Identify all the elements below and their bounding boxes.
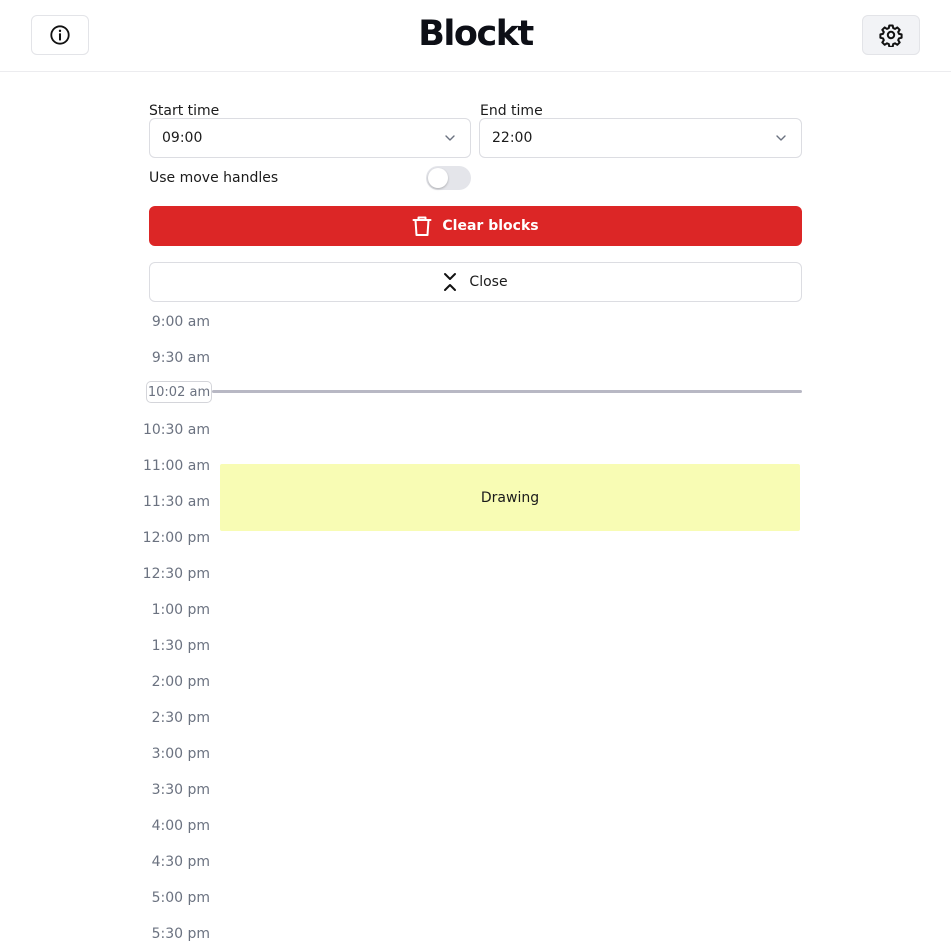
move-handles-label: Use move handles	[149, 170, 279, 186]
time-slot-label: 3:00 pm	[151, 746, 210, 762]
collapse-icon	[444, 273, 457, 291]
move-handles-toggle[interactable]	[426, 166, 471, 190]
trash-icon	[412, 216, 432, 236]
time-slot-label: 2:00 pm	[151, 674, 210, 690]
time-slot-label: 5:30 pm	[151, 926, 210, 942]
close-label: Close	[469, 274, 508, 290]
gear-icon	[879, 24, 903, 47]
time-slot-label: 10:30 am	[142, 422, 210, 438]
time-slot-label: 12:30 pm	[142, 566, 210, 582]
settings-button[interactable]	[862, 15, 920, 55]
start-time-value: 09:00	[162, 130, 203, 146]
toggle-knob	[428, 168, 448, 188]
time-block[interactable]: Drawing	[220, 464, 800, 531]
close-settings-button[interactable]: Close	[149, 262, 802, 302]
current-time-label: 10:02 am	[146, 381, 212, 403]
time-slot-label: 9:00 am	[151, 314, 210, 330]
time-slot-label: 1:30 pm	[151, 638, 210, 654]
time-block-label: Drawing	[480, 489, 540, 506]
app-title: Blockt	[418, 14, 534, 54]
end-time-select[interactable]: 22:00	[479, 118, 802, 158]
time-slot-label: 12:00 pm	[142, 530, 210, 546]
chevron-down-icon	[445, 135, 455, 141]
time-slot-label: 4:00 pm	[151, 818, 210, 834]
time-slot-label: 11:30 am	[142, 494, 210, 510]
end-time-value: 22:00	[492, 130, 533, 146]
time-slot-label: 2:30 pm	[151, 710, 210, 726]
clear-blocks-label: Clear blocks	[442, 218, 539, 234]
start-time-select[interactable]: 09:00	[149, 118, 471, 158]
current-time-line	[212, 390, 802, 393]
time-slot-label: 5:00 pm	[151, 890, 210, 906]
clear-blocks-button[interactable]: Clear blocks	[149, 206, 802, 246]
time-slot-label: 3:30 pm	[151, 782, 210, 798]
time-slot-label: 1:00 pm	[151, 602, 210, 618]
time-slot-label: 9:30 am	[151, 350, 210, 366]
app-header: Blockt	[0, 0, 951, 72]
time-slot-label: 4:30 pm	[151, 854, 210, 870]
chevron-down-icon	[776, 135, 786, 141]
time-slot-label: 11:00 am	[142, 458, 210, 474]
